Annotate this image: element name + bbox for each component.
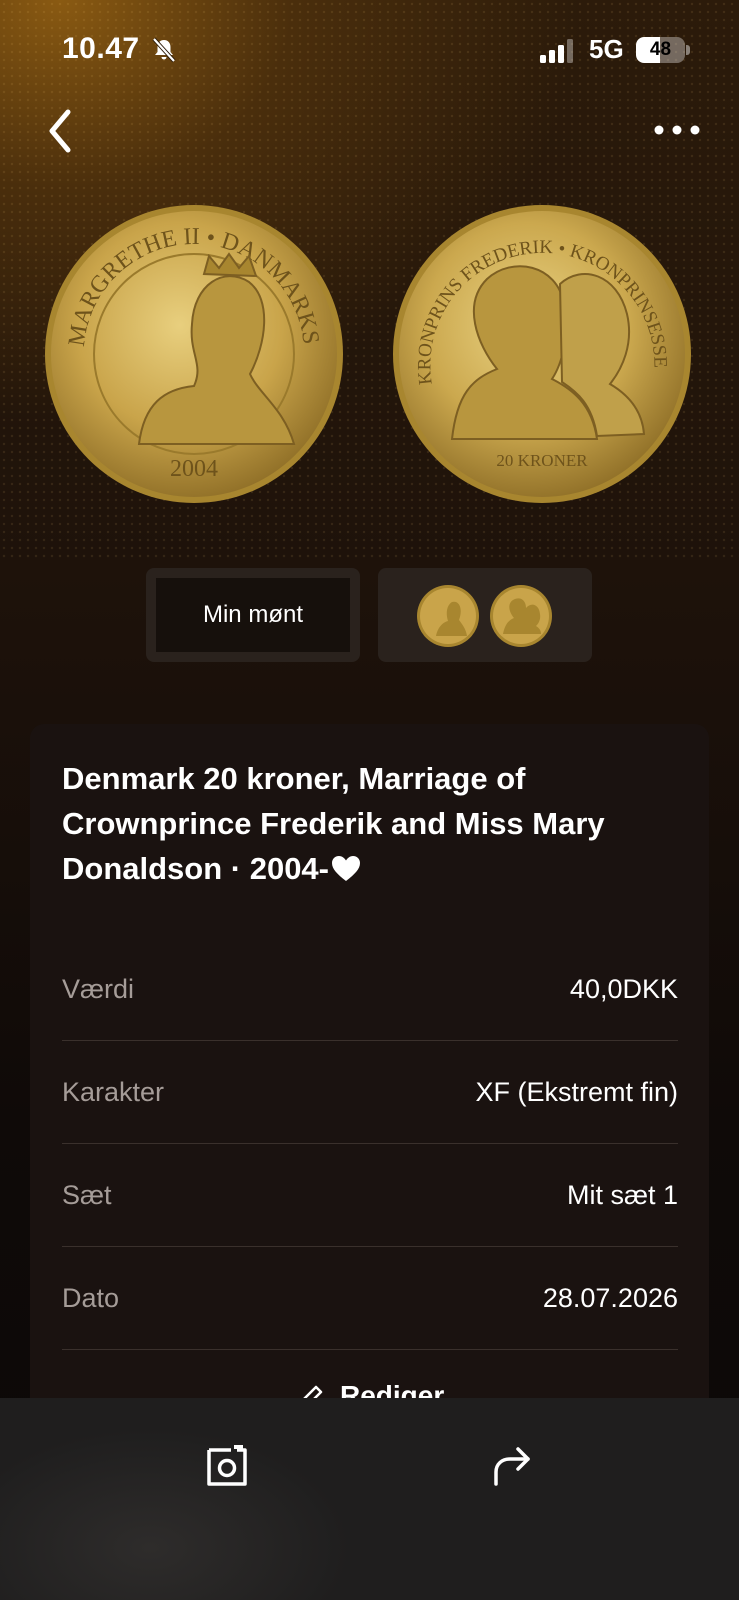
thumbnail-obverse bbox=[416, 584, 480, 648]
tab-my-coin-label: Min mønt bbox=[202, 601, 303, 628]
detail-row-date: Dato 28.07.2026 bbox=[62, 1247, 678, 1350]
coin-title: Denmark 20 kroner, Marriage of Crownprin… bbox=[62, 756, 682, 891]
coin-reverse-image[interactable]: KRONPRINS FREDERIK • KRONPRINSESSE MARY … bbox=[384, 188, 692, 504]
tab-reference-images[interactable] bbox=[378, 568, 592, 662]
obverse-year: 2004 bbox=[170, 456, 218, 482]
more-options-button[interactable] bbox=[652, 118, 702, 142]
back-button[interactable] bbox=[40, 106, 84, 156]
tab-my-coin[interactable]: Min mønt bbox=[146, 568, 360, 662]
detail-value: 40,0DKK bbox=[569, 974, 678, 1004]
camera-icon[interactable] bbox=[203, 1442, 251, 1490]
detail-value: Mit sæt 1 bbox=[566, 1180, 678, 1210]
detail-value: 28.07.2026 bbox=[542, 1283, 678, 1313]
battery-indicator: 48 bbox=[636, 37, 690, 63]
detail-value: XF (Ekstremt fin) bbox=[475, 1077, 678, 1107]
share-icon[interactable] bbox=[488, 1442, 536, 1490]
network-type: 5G bbox=[589, 34, 624, 64]
bottom-toolbar bbox=[0, 1398, 739, 1600]
detail-row-grade: Karakter XF (Ekstremt fin) bbox=[62, 1041, 678, 1144]
detail-label: Karakter bbox=[62, 1077, 165, 1107]
bell-slash-icon bbox=[152, 37, 176, 63]
detail-label: Sæt bbox=[62, 1180, 112, 1210]
signal-icon bbox=[540, 39, 573, 63]
detail-row-set: Sæt Mit sæt 1 bbox=[62, 1144, 678, 1247]
thumbnail-reverse bbox=[489, 584, 553, 648]
detail-label: Dato bbox=[62, 1283, 120, 1313]
battery-percent: 48 bbox=[649, 39, 672, 60]
detail-row-value: Værdi 40,0DKK bbox=[62, 938, 678, 1041]
coin-obverse-image[interactable]: MARGRETHE II • DANMARKS DRONNING 2004 bbox=[35, 184, 344, 504]
status-time: 10.47 bbox=[62, 32, 140, 65]
status-bar: 10.47 5G 48 bbox=[0, 30, 739, 74]
reverse-denomination: 20 KRONER bbox=[496, 451, 588, 470]
heart-icon[interactable] bbox=[331, 855, 361, 882]
detail-label: Værdi bbox=[62, 974, 135, 1004]
